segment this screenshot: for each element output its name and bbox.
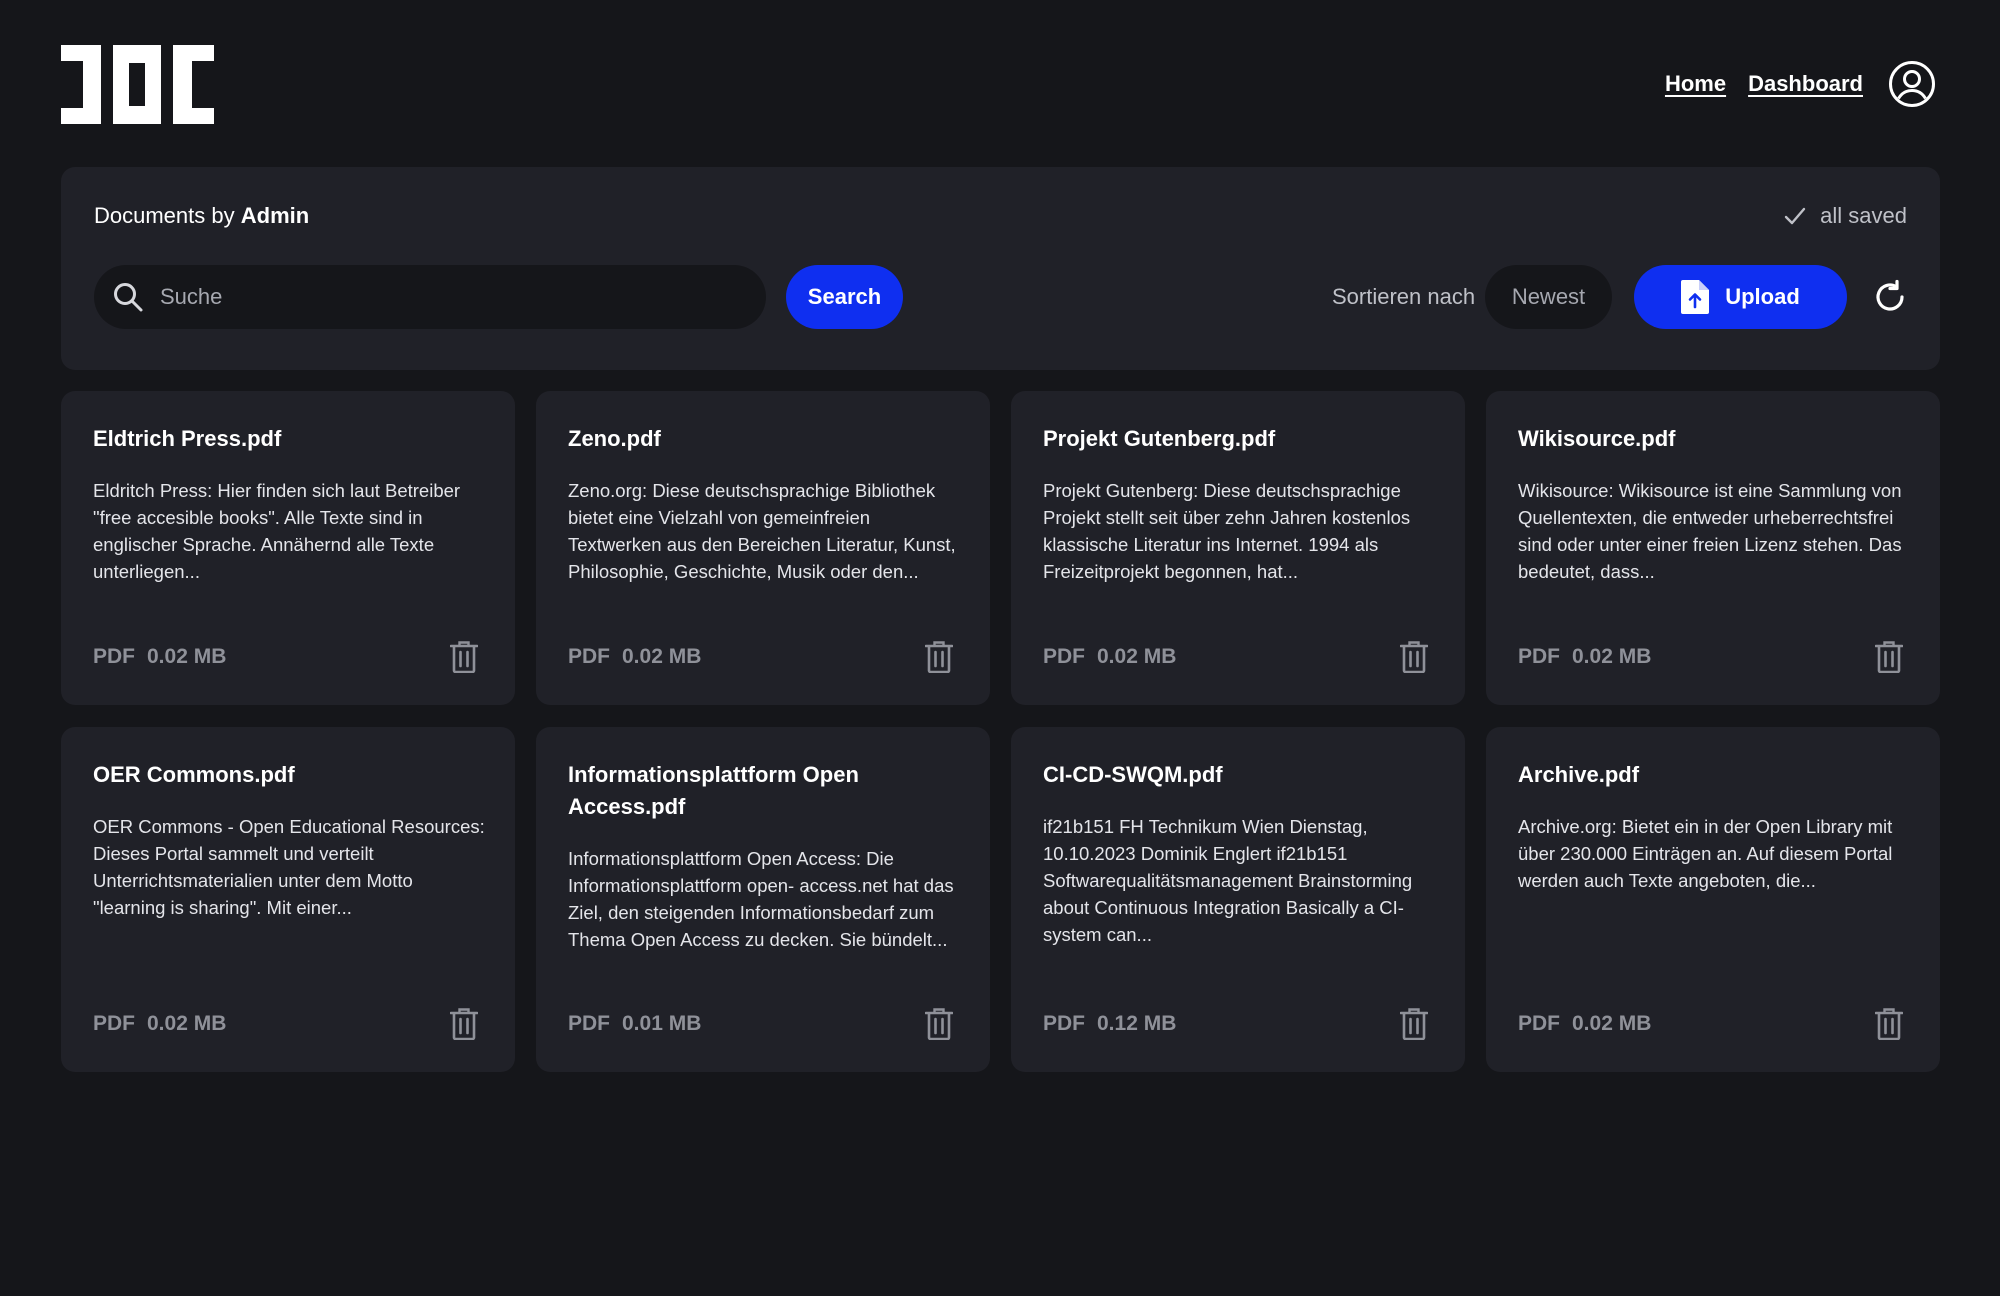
document-card[interactable]: Zeno.pdf Zeno.org: Diese deutschsprachige… bbox=[536, 391, 990, 705]
document-card[interactable]: Archive.pdf Archive.org: Bietet ein in de… bbox=[1486, 727, 1940, 1072]
nav-home-link[interactable]: Home bbox=[1665, 71, 1726, 97]
document-description: if21b151 FH Technikum Wien Dienstag, 10.… bbox=[1043, 816, 1413, 945]
document-meta: PDF 0.02 MB bbox=[1518, 645, 1651, 669]
document-type: PDF bbox=[1043, 645, 1085, 668]
sort-label: Sortieren nach bbox=[1332, 284, 1476, 309]
document-card[interactable]: Informationsplattform Open Access.pdf Inf… bbox=[536, 727, 990, 1072]
document-title[interactable]: CI-CD-SWQM.pdf bbox=[1043, 759, 1435, 791]
document-type: PDF bbox=[568, 645, 610, 668]
sort-select[interactable]: Newest bbox=[1485, 265, 1612, 329]
nav-dashboard-link[interactable]: Dashboard bbox=[1748, 71, 1863, 97]
document-type: PDF bbox=[1518, 645, 1560, 668]
document-meta: PDF 0.02 MB bbox=[1518, 1012, 1651, 1036]
document-type: PDF bbox=[93, 1012, 135, 1035]
document-title[interactable]: Informationsplattform Open Access.pdf bbox=[568, 759, 960, 823]
check-icon bbox=[1784, 207, 1806, 225]
save-status-text: all saved bbox=[1820, 203, 1907, 228]
top-nav: Home Dashboard bbox=[1665, 60, 1936, 108]
trash-icon[interactable] bbox=[1875, 641, 1903, 673]
document-size: 0.02 MB bbox=[622, 645, 702, 668]
document-meta: PDF 0.02 MB bbox=[568, 645, 701, 669]
document-size: 0.02 MB bbox=[1572, 645, 1652, 668]
document-size: 0.02 MB bbox=[147, 1012, 227, 1035]
trash-icon[interactable] bbox=[450, 641, 478, 673]
document-size: 0.02 MB bbox=[147, 645, 227, 668]
document-meta: PDF 0.02 MB bbox=[1043, 645, 1176, 669]
document-size: 0.02 MB bbox=[1097, 645, 1177, 668]
sort-select-value: Newest bbox=[1511, 284, 1586, 309]
document-title[interactable]: OER Commons.pdf bbox=[93, 759, 485, 791]
document-card[interactable]: Wikisource.pdf Wikisource: Wikisource ist… bbox=[1486, 391, 1940, 705]
document-description: Archive.org: Bietet ein in der Open Libr… bbox=[1518, 816, 1893, 891]
refresh-icon[interactable] bbox=[1872, 279, 1908, 315]
document-type: PDF bbox=[93, 645, 135, 668]
documents-heading: Documents by Admin bbox=[94, 203, 309, 229]
search-box bbox=[94, 265, 766, 329]
document-meta: PDF 0.02 MB bbox=[93, 645, 226, 669]
document-title[interactable]: Zeno.pdf bbox=[568, 423, 960, 455]
document-meta: PDF 0.12 MB bbox=[1043, 1012, 1176, 1036]
document-card[interactable]: CI-CD-SWQM.pdf if21b151 FH Technikum Wien… bbox=[1011, 727, 1465, 1072]
document-type: PDF bbox=[1043, 1012, 1085, 1035]
document-description: Eldritch Press: Hier finden sich laut Be… bbox=[93, 480, 461, 582]
trash-icon[interactable] bbox=[1400, 1008, 1428, 1040]
search-input[interactable] bbox=[160, 265, 750, 329]
documents-heading-prefix: Documents by bbox=[94, 203, 235, 228]
document-description: Projekt Gutenberg: Diese deutschsprachig… bbox=[1043, 480, 1411, 582]
document-description: Informationsplattform Open Access: Die I… bbox=[568, 848, 954, 950]
trash-icon[interactable] bbox=[1400, 641, 1428, 673]
document-size: 0.01 MB bbox=[622, 1012, 702, 1035]
search-icon bbox=[114, 283, 143, 312]
document-description: OER Commons - Open Educational Resources… bbox=[93, 816, 485, 918]
document-card[interactable]: Eldtrich Press.pdf Eldritch Press: Hier f… bbox=[61, 391, 515, 705]
document-meta: PDF 0.01 MB bbox=[568, 1012, 701, 1036]
trash-icon[interactable] bbox=[450, 1008, 478, 1040]
header: Home Dashboard bbox=[0, 0, 2000, 168]
document-title[interactable]: Archive.pdf bbox=[1518, 759, 1910, 791]
document-title[interactable]: Eldtrich Press.pdf bbox=[93, 423, 485, 455]
file-upload-icon bbox=[1681, 280, 1710, 314]
document-type: PDF bbox=[568, 1012, 610, 1035]
upload-button[interactable]: Upload bbox=[1634, 265, 1847, 329]
document-size: 0.02 MB bbox=[1572, 1012, 1652, 1035]
save-status: all saved bbox=[1782, 203, 1907, 229]
document-type: PDF bbox=[1518, 1012, 1560, 1035]
document-meta: PDF 0.02 MB bbox=[93, 1012, 226, 1036]
search-button[interactable]: Search bbox=[786, 265, 903, 329]
trash-icon[interactable] bbox=[925, 641, 953, 673]
documents-toolbar: Documents by Admin all saved Search Sort… bbox=[61, 167, 1940, 370]
document-size: 0.12 MB bbox=[1097, 1012, 1177, 1035]
document-title[interactable]: Projekt Gutenberg.pdf bbox=[1043, 423, 1435, 455]
logo[interactable] bbox=[61, 45, 214, 124]
documents-owner: Admin bbox=[240, 203, 310, 228]
document-title[interactable]: Wikisource.pdf bbox=[1518, 423, 1910, 455]
upload-button-label: Upload bbox=[1725, 284, 1800, 309]
document-card[interactable]: OER Commons.pdf OER Commons - Open Educat… bbox=[61, 727, 515, 1072]
document-description: Zeno.org: Diese deutschsprachige Bibliot… bbox=[568, 480, 956, 582]
document-card[interactable]: Projekt Gutenberg.pdf Projekt Gutenberg: … bbox=[1011, 391, 1465, 705]
document-description: Wikisource: Wikisource ist eine Sammlung… bbox=[1518, 480, 1902, 582]
trash-icon[interactable] bbox=[1875, 1008, 1903, 1040]
trash-icon[interactable] bbox=[925, 1008, 953, 1040]
user-account-icon[interactable] bbox=[1888, 60, 1936, 108]
